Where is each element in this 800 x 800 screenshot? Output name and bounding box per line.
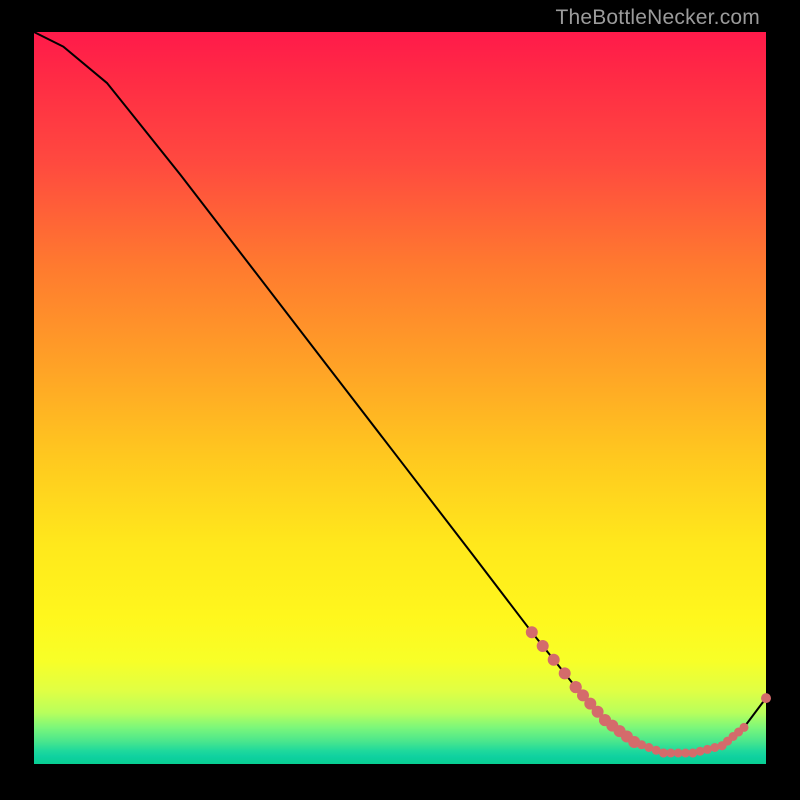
curve-svg xyxy=(34,32,766,764)
data-marker xyxy=(761,693,771,703)
marker-group xyxy=(526,626,771,757)
chart-stage: TheBottleNecker.com xyxy=(0,0,800,800)
data-marker xyxy=(548,654,560,666)
curve-group xyxy=(34,32,766,753)
data-marker xyxy=(559,667,571,679)
data-marker xyxy=(740,723,749,732)
data-marker xyxy=(526,626,538,638)
plot-area xyxy=(34,32,766,764)
data-marker xyxy=(537,640,549,652)
watermark-text: TheBottleNecker.com xyxy=(555,6,760,30)
bottleneck-curve xyxy=(34,32,766,753)
